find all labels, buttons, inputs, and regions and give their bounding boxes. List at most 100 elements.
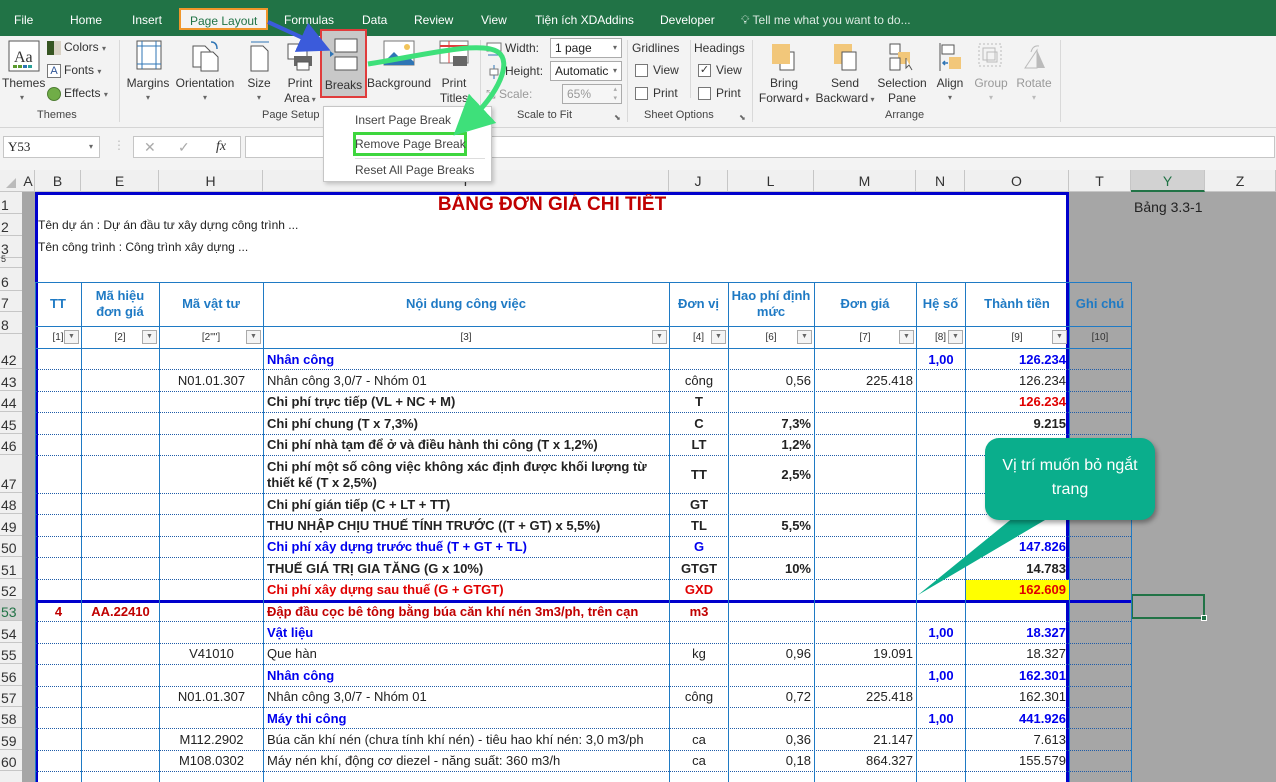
cell-material-code[interactable] [160,601,263,621]
cell-material-code[interactable] [160,708,263,728]
filter-dropdown-button[interactable]: ▼ [797,330,812,344]
cell-note[interactable] [1072,664,1131,685]
filter-dropdown-button[interactable]: ▼ [64,330,79,344]
col-header-n[interactable]: N [916,170,965,192]
cell-price[interactable]: 21.147 [815,729,916,749]
cell-description[interactable]: Chi phí nhà tạm để ở và điều hành thi cô… [264,435,669,455]
cell-coefficient[interactable]: 1,00 [917,665,965,685]
cell-coefficient[interactable] [917,644,965,664]
row-header[interactable]: 57 [0,686,22,707]
cell-total[interactable]: 155.579 [966,751,1069,771]
row-header[interactable]: 2 [0,214,22,236]
cell-note[interactable] [1072,369,1131,390]
row-header[interactable]: 42 [0,348,22,370]
fonts-button[interactable]: A Fonts ▾ [47,63,101,79]
cell-material-code[interactable]: V41010 [160,644,263,664]
cell-code[interactable] [82,349,159,369]
cell-quantity[interactable] [729,665,814,685]
cell-code[interactable] [82,687,159,707]
cell-description[interactable]: Máy nén khí, động cơ diezel - năng suất:… [264,751,669,771]
cell-quantity[interactable] [729,708,814,728]
cell-description[interactable]: THUẾ GIÁ TRỊ GIA TĂNG (G x 10%) [264,558,669,578]
cell-tt[interactable] [36,456,81,493]
colors-button[interactable]: Colors ▾ [47,40,106,56]
row-header[interactable]: 46 [0,434,22,455]
sheet-options-dialog-launcher-icon[interactable]: ⬊ [739,113,746,122]
tab-home[interactable]: Home [70,9,102,31]
cell-coefficient[interactable]: 1,00 [917,708,965,728]
tab-formulas[interactable]: Formulas [284,9,334,31]
cell-price[interactable] [815,494,916,514]
cell-unit[interactable]: G [670,537,728,557]
col-header-a[interactable]: A [22,170,35,192]
margins-button[interactable]: Margins ▾ [126,38,170,106]
tab-insert[interactable]: Insert [132,9,162,31]
scale-dialog-launcher-icon[interactable]: ⬊ [614,113,621,122]
cell-code[interactable] [82,494,159,514]
cell-total[interactable]: 9.215 [966,413,1069,433]
cell-total[interactable]: 14.783 [966,558,1069,578]
cell-quantity[interactable]: 5,5% [729,515,814,535]
cell-quantity[interactable]: 0,36 [729,729,814,749]
cell-coefficient[interactable] [917,751,965,771]
cell-quantity[interactable]: 0,72 [729,687,814,707]
cell-price[interactable]: 864.327 [815,751,916,771]
cell-note[interactable] [1072,557,1131,578]
col-header-y[interactable]: Y [1131,170,1205,192]
cell-quantity[interactable] [729,537,814,557]
cell-total[interactable]: 126.234 [966,370,1069,390]
filter-dropdown-button[interactable]: ▼ [142,330,157,344]
cell-unit[interactable]: GTGT [670,558,728,578]
cell-tt[interactable] [36,644,81,664]
selection-pane-button[interactable]: Selection Pane [876,38,928,106]
cell-description[interactable]: Chi phí xây dựng sau thuế (G + GTGT) [264,580,669,600]
cell-quantity[interactable] [729,494,814,514]
cell-total[interactable]: 147.826 [966,537,1069,557]
cell-tt[interactable] [36,515,81,535]
cell-description[interactable]: Nhân công [264,665,669,685]
cell-price[interactable] [815,708,916,728]
cell-price[interactable] [815,456,916,493]
cell-code[interactable] [82,392,159,412]
selected-cell-y53[interactable] [1131,594,1207,621]
cell-price[interactable] [815,413,916,433]
print-area-button[interactable]: Print Area ▾ [281,38,319,106]
cell-unit[interactable]: TL [670,515,728,535]
cell-tt[interactable] [36,622,81,642]
cell-total[interactable]: 126.234 [966,349,1069,369]
cell-tt[interactable] [36,729,81,749]
cell-material-code[interactable] [160,622,263,642]
cell-tt[interactable] [36,413,81,433]
cell-unit[interactable]: GXD [670,580,728,600]
row-header[interactable]: 48 [0,493,22,515]
cell-unit[interactable] [670,708,728,728]
cell-quantity[interactable]: 0,18 [729,751,814,771]
width-dropdown[interactable]: 1 page ▾ [550,38,622,58]
insert-function-icon[interactable]: fx [216,139,226,155]
cell-tt[interactable] [36,558,81,578]
cell-material-code[interactable] [160,580,263,600]
tab-xdaddins[interactable]: Tiện ích XDAddins [535,9,634,31]
name-box[interactable]: Y53 ▾ [3,136,100,158]
cell-price[interactable] [815,622,916,642]
cell-quantity[interactable] [729,622,814,642]
gridlines-view-checkbox[interactable] [635,64,648,77]
cell-unit[interactable] [670,622,728,642]
menu-item-remove-page-break[interactable]: Remove Page Break [355,137,466,151]
row-header[interactable]: 50 [0,536,22,558]
cell-note[interactable] [1072,579,1131,600]
cell-coefficient[interactable] [917,435,965,455]
cell-note[interactable] [1072,600,1131,621]
cell-total[interactable]: 7.613 [966,729,1069,749]
scale-spinner[interactable]: 65% ▴ ▾ [562,84,622,104]
cell-total[interactable]: 18.327 [966,644,1069,664]
print-titles-button[interactable]: Print Titles [434,38,474,106]
cell-tt[interactable] [36,392,81,412]
col-header-t[interactable]: T [1069,170,1131,192]
cell-tt[interactable] [36,708,81,728]
tab-review[interactable]: Review [414,9,453,31]
themes-button[interactable]: Aa Themes ▾ [2,38,45,106]
row-header[interactable]: 7 [0,291,22,312]
cell-total[interactable]: 126.234 [966,392,1069,412]
cell-total[interactable]: 441.926 [966,708,1069,728]
